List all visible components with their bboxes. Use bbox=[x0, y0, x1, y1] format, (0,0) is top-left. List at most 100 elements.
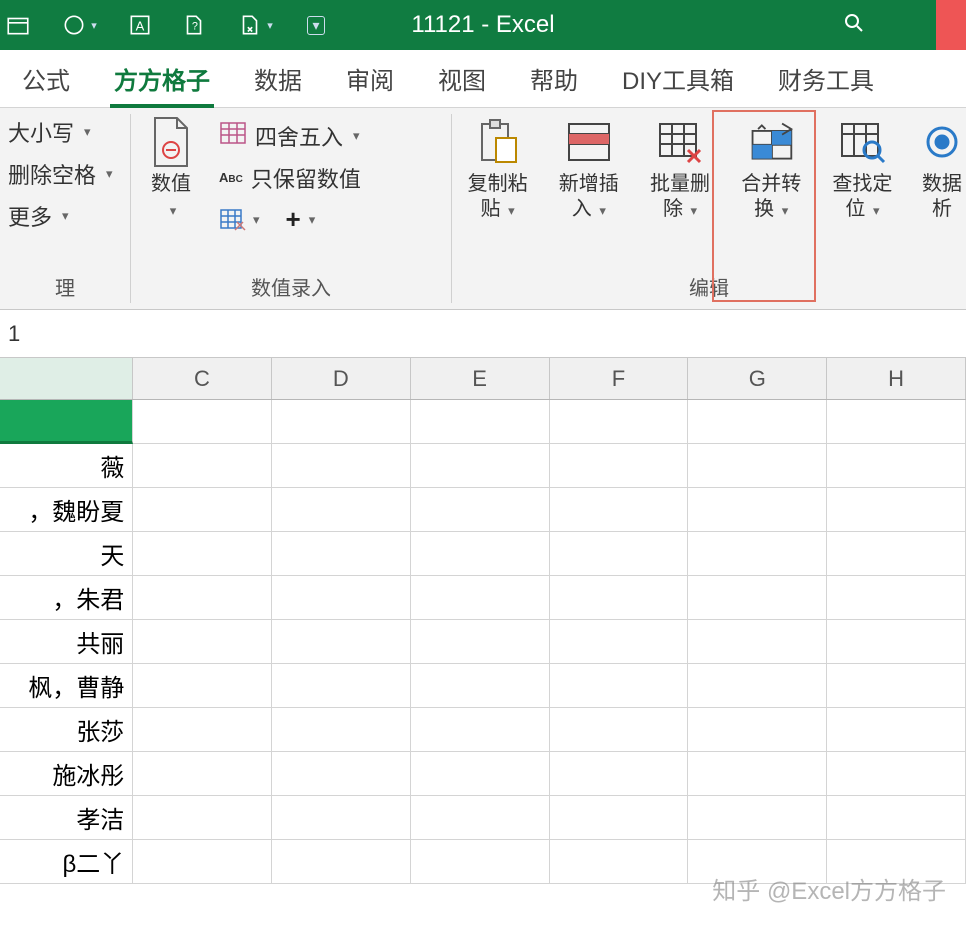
cell[interactable] bbox=[272, 752, 411, 796]
formula-bar[interactable]: 1 bbox=[0, 310, 966, 358]
data-analysis-button[interactable]: 数据析 bbox=[908, 112, 966, 222]
tab-review[interactable]: 审阅 bbox=[324, 50, 416, 108]
cell[interactable] bbox=[272, 620, 411, 664]
cell[interactable]: 共丽 bbox=[0, 620, 133, 664]
tab-view[interactable]: 视图 bbox=[416, 50, 508, 108]
cell[interactable] bbox=[550, 532, 689, 576]
cell[interactable] bbox=[272, 840, 411, 884]
cell[interactable] bbox=[133, 752, 272, 796]
cell[interactable] bbox=[411, 752, 550, 796]
cell[interactable] bbox=[133, 664, 272, 708]
cell[interactable] bbox=[411, 708, 550, 752]
cell[interactable] bbox=[411, 576, 550, 620]
cell[interactable] bbox=[133, 576, 272, 620]
cell[interactable] bbox=[272, 708, 411, 752]
edit-table-button[interactable]: ▾ bbox=[219, 208, 260, 232]
cell[interactable] bbox=[133, 840, 272, 884]
cell[interactable]: 天 bbox=[0, 532, 133, 576]
cell[interactable] bbox=[550, 664, 689, 708]
cell[interactable] bbox=[827, 664, 966, 708]
cell[interactable] bbox=[688, 796, 827, 840]
cell[interactable] bbox=[550, 444, 689, 488]
cell[interactable] bbox=[133, 400, 272, 444]
cell[interactable] bbox=[827, 488, 966, 532]
cell[interactable] bbox=[550, 488, 689, 532]
cell[interactable] bbox=[133, 796, 272, 840]
cell[interactable] bbox=[550, 752, 689, 796]
remove-spaces-button[interactable]: 删除空格▾ bbox=[8, 158, 122, 190]
round-button[interactable]: 四舍五入 ▾ bbox=[219, 120, 361, 152]
qat-icon-2[interactable]: ▾ bbox=[54, 7, 104, 43]
col-header-e[interactable]: E bbox=[411, 358, 550, 399]
cell[interactable] bbox=[411, 400, 550, 444]
cell[interactable] bbox=[272, 488, 411, 532]
cell[interactable] bbox=[688, 400, 827, 444]
cell[interactable] bbox=[272, 796, 411, 840]
qat-icon-4[interactable]: ? bbox=[176, 7, 212, 43]
cell[interactable] bbox=[688, 840, 827, 884]
cell[interactable] bbox=[688, 620, 827, 664]
cell[interactable] bbox=[827, 532, 966, 576]
cell[interactable] bbox=[688, 488, 827, 532]
qat-overflow[interactable]: ▾ bbox=[298, 7, 334, 43]
cell[interactable] bbox=[411, 796, 550, 840]
avatar[interactable] bbox=[936, 0, 966, 50]
cell[interactable] bbox=[688, 664, 827, 708]
keep-values-button[interactable]: ABC 只保留数值 bbox=[219, 162, 361, 194]
cell[interactable]: β二丫 bbox=[0, 840, 133, 884]
col-header-c[interactable]: C bbox=[133, 358, 272, 399]
cell[interactable]: 施冰彤 bbox=[0, 752, 133, 796]
cell[interactable]: ，朱君 bbox=[0, 576, 133, 620]
cell[interactable]: 枫，曹静 bbox=[0, 664, 133, 708]
col-header-h[interactable]: H bbox=[827, 358, 966, 399]
cell[interactable] bbox=[827, 444, 966, 488]
cell[interactable]: 孝洁 bbox=[0, 796, 133, 840]
search-icon[interactable] bbox=[842, 11, 866, 40]
cell[interactable] bbox=[133, 620, 272, 664]
cell[interactable] bbox=[411, 620, 550, 664]
cell[interactable] bbox=[411, 664, 550, 708]
cell[interactable] bbox=[272, 444, 411, 488]
cell[interactable] bbox=[272, 664, 411, 708]
cell[interactable] bbox=[133, 488, 272, 532]
cell[interactable]: 薇 bbox=[0, 444, 133, 488]
col-header-f[interactable]: F bbox=[550, 358, 689, 399]
cell[interactable] bbox=[827, 752, 966, 796]
cell[interactable] bbox=[827, 708, 966, 752]
tab-diy[interactable]: DIY工具箱 bbox=[600, 50, 756, 108]
tab-help[interactable]: 帮助 bbox=[508, 50, 600, 108]
cell[interactable] bbox=[272, 400, 411, 444]
col-header-d[interactable]: D bbox=[272, 358, 411, 399]
cell[interactable] bbox=[827, 840, 966, 884]
cell[interactable]: ，魏盼夏 bbox=[0, 488, 133, 532]
tab-formula[interactable]: 公式 bbox=[0, 50, 92, 108]
cell[interactable]: 张莎 bbox=[0, 708, 133, 752]
case-button[interactable]: 大小写▾ bbox=[8, 116, 122, 148]
cell[interactable] bbox=[272, 532, 411, 576]
col-header-b-partial[interactable] bbox=[0, 358, 133, 399]
cell[interactable] bbox=[827, 400, 966, 444]
cell[interactable] bbox=[827, 576, 966, 620]
cell[interactable] bbox=[272, 576, 411, 620]
more-button[interactable]: 更多▾ bbox=[8, 200, 122, 232]
spreadsheet-grid[interactable]: C D E F G H 薇，魏盼夏天，朱君共丽枫，曹静张莎 施冰彤孝洁β二丫 bbox=[0, 358, 966, 884]
batch-delete-button[interactable]: 批量删除 ▾ bbox=[634, 112, 725, 222]
cell[interactable] bbox=[550, 576, 689, 620]
cell[interactable] bbox=[688, 708, 827, 752]
cell[interactable] bbox=[133, 532, 272, 576]
qat-icon-1[interactable] bbox=[0, 7, 36, 43]
col-header-g[interactable]: G bbox=[688, 358, 827, 399]
cell[interactable] bbox=[688, 576, 827, 620]
cell[interactable] bbox=[827, 796, 966, 840]
numeric-button[interactable]: 数值▾ bbox=[131, 112, 211, 239]
cell[interactable] bbox=[550, 708, 689, 752]
cell[interactable] bbox=[0, 400, 133, 444]
cell[interactable] bbox=[550, 840, 689, 884]
tab-ffgz[interactable]: 方方格子 bbox=[92, 50, 232, 108]
plus-button[interactable]: + ▾ bbox=[286, 204, 316, 235]
find-locate-button[interactable]: 查找定位 ▾ bbox=[817, 112, 908, 222]
cell[interactable] bbox=[688, 532, 827, 576]
cell[interactable] bbox=[411, 532, 550, 576]
copy-paste-button[interactable]: 复制粘贴 ▾ bbox=[452, 112, 543, 222]
cell[interactable] bbox=[411, 840, 550, 884]
